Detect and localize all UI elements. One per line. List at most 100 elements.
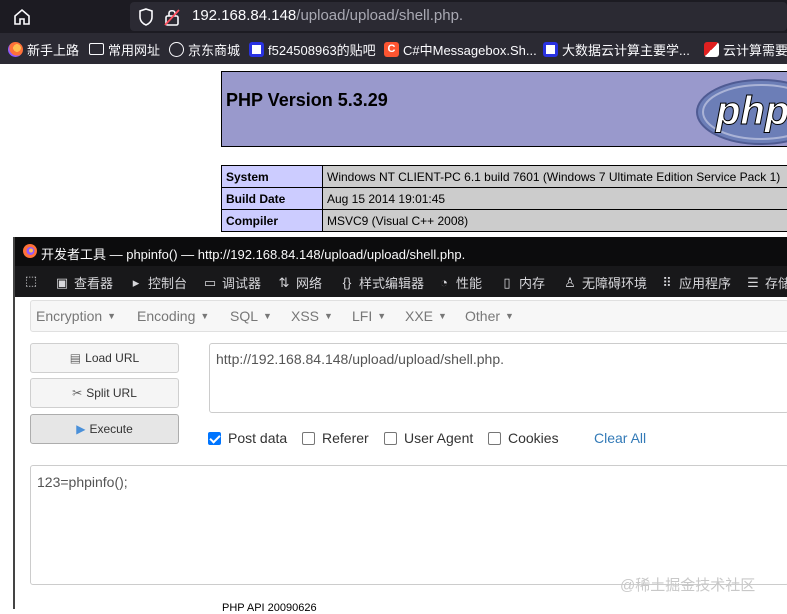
menu-other[interactable]: Other▼ <box>465 308 514 324</box>
firefox-icon <box>22 243 38 259</box>
load-icon: ▤ <box>70 351 81 365</box>
bookmark-item[interactable]: 大数据云计算主要学... <box>543 40 690 58</box>
element-picker-button[interactable]: ⬚ <box>24 273 43 289</box>
bookmark-item[interactable]: 京东商城 <box>169 40 240 58</box>
devtools-tabbar: ⬚ ▣查看器 ▸控制台 ▭调试器 ⇅网络 {} 样式编辑器 ◔性能 ▯ 内存 ♙无障… <box>15 266 787 297</box>
cookies-checkbox[interactable]: Cookies <box>488 430 559 446</box>
user-agent-checkbox[interactable]: User Agent <box>384 430 473 446</box>
tab-label: 内存 <box>519 273 545 292</box>
tab-inspector[interactable]: ▣查看器 <box>55 273 113 292</box>
load-url-button[interactable]: ▤Load URL <box>30 343 179 373</box>
tab-console[interactable]: ▸控制台 <box>129 273 187 292</box>
juejin-icon <box>704 42 719 57</box>
table-row: CompilerMSVC9 (Visual C++ 2008) <box>222 210 787 232</box>
baidu-paw-icon <box>543 42 558 57</box>
home-icon[interactable] <box>12 7 32 27</box>
hackbar-menu: Encryption▼ Encoding▼ SQL▼ XSS▼ LFI▼ XXE… <box>30 300 787 332</box>
menu-encryption[interactable]: Encryption▼ <box>36 308 116 324</box>
php-version-title: PHP Version 5.3.29 <box>226 90 388 111</box>
php-version-header: PHP Version 5.3.29 php <box>221 71 787 147</box>
button-label: Split URL <box>86 386 137 400</box>
table-key: Compiler <box>222 210 323 232</box>
php-logo: php <box>696 78 787 146</box>
tab-performance[interactable]: ◔性能 <box>437 273 482 292</box>
tab-label: 控制台 <box>148 273 187 292</box>
tab-network[interactable]: ⇅网络 <box>277 273 322 292</box>
url-textarea[interactable]: http://192.168.84.148/upload/upload/shel… <box>209 343 787 413</box>
tab-style-editor[interactable]: {} 样式编辑器 <box>340 273 424 292</box>
performance-icon: ◔ <box>437 275 451 290</box>
tab-label: 调试器 <box>222 273 261 292</box>
url-text[interactable]: 192.168.84.148/upload/upload/shell.php. <box>192 7 463 24</box>
caret-down-icon: ▼ <box>324 311 333 321</box>
bookmark-label: f524508963的贴吧 <box>268 40 376 59</box>
tab-label: 存储 <box>765 273 787 292</box>
shield-icon[interactable] <box>137 7 155 27</box>
tab-memory[interactable]: ▯ 内存 <box>500 273 545 292</box>
menu-xss[interactable]: XSS ▼ <box>291 308 333 324</box>
firefox-icon <box>8 42 23 57</box>
menu-sql[interactable]: SQL▼ <box>230 308 272 324</box>
menu-label: XSS <box>291 308 319 324</box>
menu-label: Other <box>465 308 500 324</box>
tab-label: 样式编辑器 <box>359 273 424 292</box>
devtools-titlebar: 开发者工具 — phpinfo() — http://192.168.84.14… <box>15 237 787 266</box>
post-data-checkbox[interactable]: Post data <box>208 430 287 446</box>
post-data-textarea[interactable]: 123=phpinfo(); <box>30 465 787 585</box>
bookmark-label: 京东商城 <box>188 40 240 59</box>
checkbox[interactable] <box>302 432 315 445</box>
partial-table-row: PHP API 20090626 <box>222 602 317 614</box>
table-key: Build Date <box>222 188 323 210</box>
bookmark-label: 常用网址 <box>108 40 160 59</box>
tab-accessibility[interactable]: ♙无障碍环境 <box>563 273 647 292</box>
table-row: SystemWindows NT CLIENT-PC 6.1 build 760… <box>222 166 787 188</box>
insecure-lock-icon[interactable] <box>163 7 181 27</box>
devtools-title: 开发者工具 — phpinfo() — http://192.168.84.14… <box>41 244 465 263</box>
referer-checkbox[interactable]: Referer <box>302 430 369 446</box>
menu-xxe[interactable]: XXE ▼ <box>405 308 447 324</box>
option-label: Referer <box>322 430 369 446</box>
menu-label: Encoding <box>137 308 195 324</box>
split-url-button[interactable]: ✂Split URL <box>30 378 179 408</box>
table-value: Aug 15 2014 19:01:45 <box>323 188 787 210</box>
caret-down-icon: ▼ <box>438 311 447 321</box>
tab-application[interactable]: ⠿应用程序 <box>660 273 731 292</box>
bookmark-item[interactable]: CC#中Messagebox.Sh... <box>384 40 537 58</box>
caret-down-icon: ▼ <box>107 311 116 321</box>
caret-down-icon: ▼ <box>377 311 386 321</box>
bookmark-folder[interactable]: 常用网址 <box>89 40 160 58</box>
bookmark-label: 新手上路 <box>27 40 79 59</box>
bookmarks-bar: 新手上路 常用网址 京东商城 f524508963的贴吧 CC#中Message… <box>0 33 787 64</box>
folder-icon <box>89 43 104 55</box>
tab-storage[interactable]: ☰ 存储 <box>746 273 787 292</box>
url-path: /upload/upload/shell.php. <box>296 7 463 24</box>
php-logo-text: php <box>715 89 787 133</box>
menu-label: LFI <box>352 308 372 324</box>
bookmark-item[interactable]: f524508963的贴吧 <box>249 40 376 58</box>
checkbox[interactable] <box>488 432 501 445</box>
style-editor-icon: {} <box>340 275 354 290</box>
storage-icon: ☰ <box>746 275 760 291</box>
table-value: Windows NT CLIENT-PC 6.1 build 7601 (Win… <box>323 166 787 188</box>
memory-icon: ▯ <box>500 275 514 291</box>
accessibility-icon: ♙ <box>563 275 577 291</box>
play-icon: ▶ <box>76 422 85 436</box>
tab-label: 查看器 <box>74 273 113 292</box>
tab-debugger[interactable]: ▭调试器 <box>203 273 261 292</box>
tab-label: 网络 <box>296 273 322 292</box>
button-label: Execute <box>89 422 132 436</box>
checkbox[interactable] <box>384 432 397 445</box>
bookmark-label: 云计算需要学 <box>723 40 787 59</box>
application-icon: ⠿ <box>660 275 674 291</box>
bookmark-item[interactable]: 新手上路 <box>8 40 79 58</box>
menu-label: XXE <box>405 308 433 324</box>
globe-icon <box>169 42 184 57</box>
checkbox-checked[interactable] <box>208 432 221 445</box>
bookmark-item[interactable]: 云计算需要学 <box>704 40 787 58</box>
clear-all-link[interactable]: Clear All <box>594 430 646 446</box>
menu-encoding[interactable]: Encoding▼ <box>137 308 209 324</box>
menu-lfi[interactable]: LFI ▼ <box>352 308 386 324</box>
execute-button[interactable]: ▶ Execute <box>30 414 179 444</box>
watermark: @稀土掘金技术社区 <box>620 574 755 595</box>
caret-down-icon: ▼ <box>263 311 272 321</box>
